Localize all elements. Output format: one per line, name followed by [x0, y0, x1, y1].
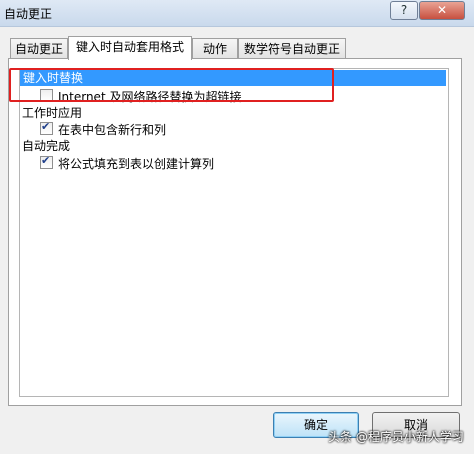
fill-formulas-checkbox[interactable]: [40, 154, 53, 169]
options-list: 键入时替换 Internet 及网络路径替换为超链接 工作时应用 在表中包含新行…: [19, 68, 449, 397]
watermark-text: 头条 @程序员小新人学习: [328, 430, 464, 444]
internet-hyperlinks-checkbox[interactable]: [40, 89, 53, 102]
tab-math-autocorrect[interactable]: 数学符号自动更正: [238, 38, 346, 59]
include-rows-columns-label: 在表中包含新行和列: [58, 123, 167, 137]
group-heading-apply: 工作时应用: [22, 106, 83, 120]
include-rows-columns-checkbox[interactable]: [40, 120, 53, 135]
tab-panel: 键入时替换 Internet 及网络路径替换为超链接 工作时应用 在表中包含新行…: [8, 58, 462, 406]
tab-actions[interactable]: 动作: [192, 38, 238, 59]
group-heading-autocomplete: 自动完成: [22, 139, 71, 153]
tab-autoformat-as-you-type[interactable]: 键入时自动套用格式: [68, 36, 192, 60]
title-bar: 自动更正 ? ✕: [0, 0, 474, 27]
help-button[interactable]: ?: [390, 1, 418, 20]
tab-autocorrect[interactable]: 自动更正: [10, 38, 68, 59]
internet-hyperlinks-label: Internet 及网络路径替换为超链接: [58, 90, 242, 104]
group-heading-replace: 键入时替换: [20, 70, 446, 86]
fill-formulas-label: 将公式填充到表以创建计算列: [58, 157, 215, 171]
close-button[interactable]: ✕: [419, 1, 465, 20]
window-title: 自动更正: [4, 7, 53, 21]
